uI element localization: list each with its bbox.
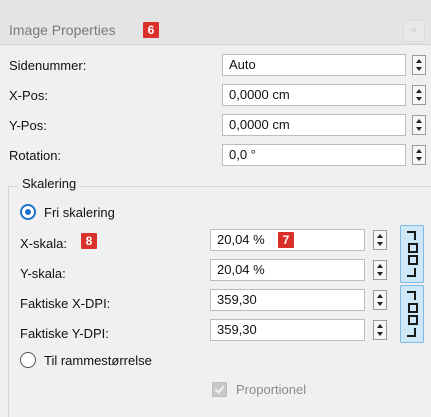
x-dpi-spinner[interactable] [373, 290, 387, 310]
spin-up-icon [377, 294, 383, 298]
rotation-field[interactable]: 0,0 ° [222, 144, 406, 166]
spin-down-icon [416, 127, 422, 131]
callout-badge-7: 7 [278, 232, 294, 248]
x-scale-spinner[interactable] [373, 230, 387, 250]
y-dpi-spinner[interactable] [373, 320, 387, 340]
page-number-spinner[interactable] [412, 55, 426, 75]
spin-up-icon [416, 89, 422, 93]
spin-down-icon [377, 242, 383, 246]
rotation-spinner[interactable] [412, 145, 426, 165]
spin-up-icon [377, 264, 383, 268]
callout-badge-8: 8 [81, 233, 97, 249]
y-pos-spinner[interactable] [412, 115, 426, 135]
chain-link-icon [407, 231, 418, 277]
y-dpi-field[interactable]: 359,30 [210, 319, 365, 341]
spin-down-icon [377, 302, 383, 306]
rotation-label: Rotation: [9, 148, 62, 163]
x-pos-label: X-Pos: [9, 88, 49, 103]
scale-link-chain-button[interactable] [400, 225, 424, 283]
page-number-field[interactable]: Auto [222, 54, 406, 76]
spin-up-icon [377, 234, 383, 238]
x-pos-field[interactable]: 0,0000 cm [222, 84, 406, 106]
spin-up-icon [416, 149, 422, 153]
spin-up-icon [416, 59, 422, 63]
dialog-title: Image Properties [9, 22, 116, 38]
spin-up-icon [416, 119, 422, 123]
y-scale-label: Y-skala: [20, 266, 66, 281]
free-scaling-label: Fri skalering [44, 205, 115, 220]
checkmark-icon [214, 385, 225, 394]
x-dpi-label: Faktiske X-DPI: [20, 296, 111, 311]
x-dpi-field[interactable]: 359,30 [210, 289, 365, 311]
y-pos-field[interactable]: 0,0000 cm [222, 114, 406, 136]
spin-down-icon [416, 67, 422, 71]
spin-up-icon [377, 324, 383, 328]
proportional-label: Proportionel [236, 382, 307, 397]
dpi-link-chain-button[interactable] [400, 285, 424, 343]
y-pos-label: Y-Pos: [9, 118, 47, 133]
spin-down-icon [416, 97, 422, 101]
page-number-label: Sidenummer: [9, 58, 87, 73]
spin-down-icon [377, 332, 383, 336]
title-bar: Image Properties 6 × [0, 0, 431, 45]
y-scale-spinner[interactable] [373, 260, 387, 280]
callout-badge-6: 6 [143, 22, 159, 38]
frame-size-radio[interactable] [20, 352, 36, 368]
free-scaling-radio[interactable] [20, 204, 36, 220]
chain-link-icon [407, 291, 418, 337]
spin-down-icon [377, 272, 383, 276]
x-pos-spinner[interactable] [412, 85, 426, 105]
y-scale-field[interactable]: 20,04 % [210, 259, 365, 281]
scaling-group-title: Skalering [18, 176, 81, 191]
x-scale-value: 20,04 % [217, 232, 265, 247]
x-scale-label: X-skala: [20, 236, 67, 251]
frame-size-label: Til rammestørrelse [44, 353, 152, 368]
spin-down-icon [416, 157, 422, 161]
proportional-checkbox[interactable] [212, 382, 227, 397]
y-dpi-label: Faktiske Y-DPI: [20, 326, 109, 341]
close-button[interactable]: × [403, 20, 425, 42]
